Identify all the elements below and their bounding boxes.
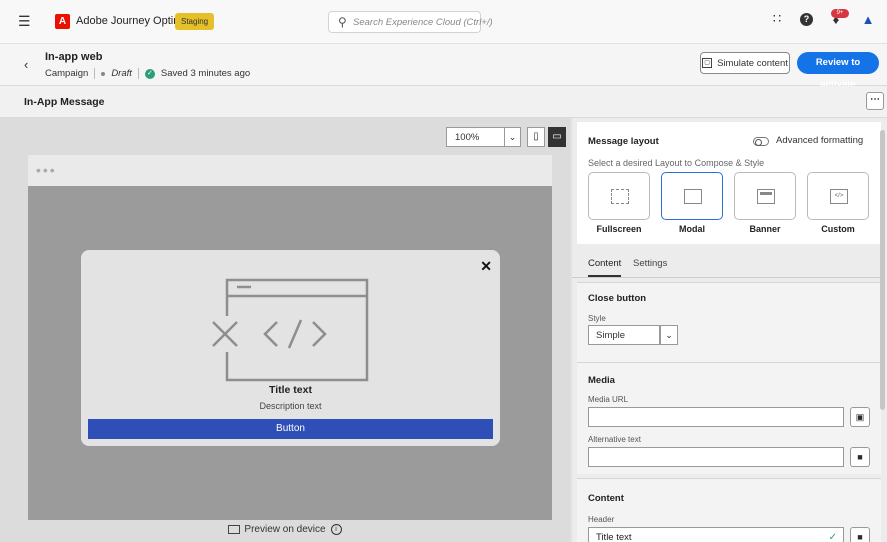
zoom-select[interactable]: 100%	[446, 127, 505, 147]
campaign-title: In-app web	[45, 51, 103, 63]
search-placeholder: Search Experience Cloud (Ctrl+/)	[353, 17, 493, 28]
campaign-type: Campaign	[45, 68, 89, 79]
review-to-activate-button[interactable]: Review to activate	[797, 52, 879, 90]
adobe-logo-icon: A	[55, 14, 70, 29]
advanced-formatting-label: Advanced formatting	[776, 135, 864, 146]
status-dot-icon	[101, 71, 106, 76]
header-input[interactable]: Title text ✓	[588, 527, 844, 542]
content-title: Content	[588, 493, 624, 504]
modal-preview: ✕ Title text Description text Button	[81, 250, 500, 446]
notifications-icon[interactable]: ♦ 9+	[827, 8, 849, 27]
modal-title: Title text	[269, 384, 312, 396]
style-select[interactable]: Simple	[588, 325, 660, 345]
divider	[94, 68, 96, 79]
custom-layout-icon: </>	[830, 189, 848, 204]
modal-button[interactable]: Button	[88, 419, 493, 439]
banner-layout-icon	[757, 189, 775, 204]
campaign-status: Draft	[111, 68, 132, 79]
environment-badge: Staging	[175, 13, 215, 30]
chevron-down-icon[interactable]: ⌄	[505, 127, 521, 147]
close-button-group: Close button Style Simple ⌄	[577, 282, 881, 362]
personalization-icon[interactable]: ■	[850, 447, 870, 467]
help-icon[interactable]: ?	[800, 12, 813, 26]
media-title: Media	[588, 375, 615, 386]
layout-option-banner[interactable]	[734, 172, 796, 220]
alt-text-input[interactable]	[588, 447, 844, 467]
layout-option-modal[interactable]	[661, 172, 723, 220]
layout-option-custom[interactable]: </>	[807, 172, 869, 220]
close-icon[interactable]: ✕	[480, 258, 492, 275]
layout-label-banner: Banner	[749, 224, 781, 234]
advanced-formatting-toggle[interactable]	[753, 137, 769, 146]
hamburger-menu-icon[interactable]: ☰	[18, 13, 32, 29]
section-header: In-App Message ⋯	[0, 86, 887, 118]
panel-scrollbar[interactable]	[880, 130, 885, 410]
saved-text: Saved 3 minutes ago	[160, 68, 251, 79]
top-icons: ∷ ? ♦ 9+ ▲	[768, 8, 877, 27]
message-layout-card: Message layout Advanced formatting Selec…	[577, 122, 881, 244]
campaign-header: ‹ In-app web Campaign Draft ✓ Saved 3 mi…	[0, 44, 887, 90]
alt-text-label: Alternative text	[588, 435, 641, 444]
simulate-icon: ▢	[702, 58, 713, 68]
info-icon[interactable]: i	[330, 524, 342, 535]
close-button-title: Close button	[588, 293, 647, 304]
window-dots-icon: •••	[36, 162, 57, 178]
placeholder-illustration-icon	[209, 278, 369, 382]
media-url-label: Media URL	[588, 395, 629, 404]
qr-code-icon	[228, 525, 241, 534]
chevron-down-icon[interactable]: ⌄	[660, 325, 678, 345]
valid-check-icon: ✓	[828, 532, 837, 542]
modal-description: Description text	[259, 401, 322, 411]
layout-label-fullscreen: Fullscreen	[596, 224, 642, 234]
properties-panel: Message layout Advanced formatting Selec…	[572, 118, 887, 542]
more-options-icon[interactable]: ⋯	[866, 92, 884, 110]
top-bar: ☰ A Adobe Journey Optimizer Staging ⚲ Se…	[0, 0, 887, 44]
layout-subtitle: Select a desired Layout to Compose & Sty…	[588, 158, 765, 168]
style-label: Style	[588, 314, 606, 323]
simulate-content-button[interactable]: ▢ Simulate content	[700, 52, 790, 74]
preview-device-label: Preview on device	[244, 524, 326, 536]
panel-tabs: Content Settings	[572, 254, 882, 278]
campaign-meta: Campaign Draft ✓ Saved 3 minutes ago	[45, 68, 250, 79]
layout-option-fullscreen[interactable]	[588, 172, 650, 220]
search-icon: ⚲	[338, 15, 347, 29]
personalization-icon[interactable]: ■	[850, 527, 870, 542]
media-url-input[interactable]	[588, 407, 844, 427]
tab-settings[interactable]: Settings	[633, 258, 667, 269]
mobile-device-icon[interactable]: ▯	[527, 127, 545, 147]
content-group: Content Header Title text ✓ ■	[577, 478, 881, 542]
image-picker-icon[interactable]: ▣	[850, 407, 870, 427]
modal-layout-icon	[684, 189, 702, 204]
saved-check-icon: ✓	[144, 68, 155, 79]
fullscreen-layout-icon	[611, 189, 629, 204]
header-label: Header	[588, 515, 615, 524]
layout-label-custom: Custom	[821, 224, 855, 234]
notification-badge: 9+	[831, 8, 849, 18]
divider	[137, 68, 139, 79]
desktop-device-icon[interactable]: ▭	[548, 127, 566, 147]
back-chevron-icon[interactable]: ‹	[24, 57, 28, 72]
preview-on-device[interactable]: Preview on device i	[0, 524, 570, 535]
search-field[interactable]: ⚲ Search Experience Cloud (Ctrl+/)	[328, 11, 493, 33]
layout-label-modal: Modal	[679, 224, 705, 234]
apps-grid-icon[interactable]: ∷	[768, 11, 786, 27]
user-avatar-icon[interactable]: ▲	[859, 12, 877, 27]
simulate-label: Simulate content	[717, 57, 788, 69]
tab-content[interactable]: Content	[588, 258, 622, 277]
media-group: Media Media URL ▣ Alternative text ■	[577, 362, 881, 474]
header-value: Title text	[596, 532, 632, 542]
section-title: In-App Message	[24, 96, 105, 108]
browser-chrome: •••	[28, 155, 552, 186]
layout-title: Message layout	[588, 136, 659, 147]
